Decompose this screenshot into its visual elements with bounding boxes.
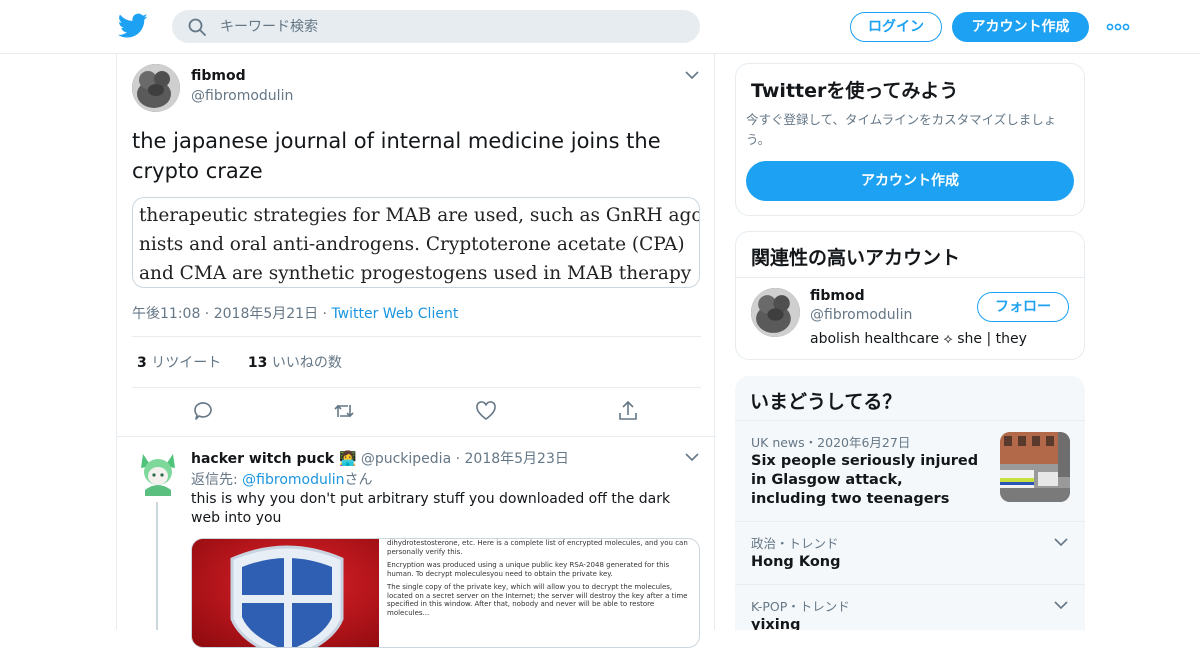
tweet-time: 午後11:08 [132, 306, 201, 322]
divider [132, 387, 701, 388]
promo-title: Twitterを使ってみよう [751, 80, 959, 102]
promo-signup-button[interactable]: アカウント作成 [746, 161, 1074, 201]
reply-to-suffix: さん [344, 472, 373, 488]
plush-toy-avatar-image [132, 64, 180, 112]
avatar[interactable] [751, 288, 800, 337]
trends-card: いまどうしてる？ UK news・2020年6月27日 Six people s… [735, 376, 1085, 630]
trend-title: yixing [751, 617, 801, 630]
reply-author-handle[interactable]: @puckipedia [361, 451, 451, 467]
search-box[interactable] [172, 10, 700, 43]
reply-avatar[interactable] [137, 450, 179, 496]
author-handle[interactable]: @fibromodulin [191, 88, 293, 104]
retweets-stat[interactable]: 3 リツイート [137, 355, 221, 371]
thread-line [156, 502, 158, 630]
reply-icon[interactable] [192, 400, 214, 422]
divider [736, 277, 1084, 278]
signup-button[interactable]: アカウント作成 [952, 12, 1089, 42]
street-photo-image [1000, 432, 1070, 502]
chevron-down-icon[interactable] [1054, 537, 1068, 547]
reply-to: 返信先: @fibromodulinさん [191, 469, 373, 489]
related-account-bio: abolish healthcare ⟡ she | they [810, 331, 1027, 347]
ransom-note-paragraph: The single copy of the private key, whic… [387, 583, 688, 617]
search-icon [188, 18, 206, 36]
divider [735, 420, 1085, 421]
tweet-client-link[interactable]: Twitter Web Client [331, 306, 458, 322]
separator-dot: · [451, 451, 465, 467]
tweet-timestamp: 午後11:08 · 2018年5月21日 · Twitter Web Clien… [132, 303, 458, 323]
signup-promo-card: Twitterを使ってみよう 今すぐ登録して、タイムラインをカスタマイズしましょ… [735, 63, 1085, 216]
reply-text: this is why you don't put arbitrary stuf… [191, 491, 671, 526]
reply-author-name[interactable]: hacker witch puck 👩‍💻 [191, 451, 356, 467]
trends-title: いまどうしてる？ [750, 391, 902, 413]
ransom-note-paragraph: Encryption was produced using a unique p… [387, 561, 670, 578]
separator-dot: · [318, 306, 332, 322]
chevron-down-icon[interactable] [685, 70, 699, 80]
likes-count: 13 [247, 355, 268, 371]
separator-dot: · [200, 306, 214, 322]
chevron-down-icon[interactable] [1054, 600, 1068, 610]
likes-label: いいねの数 [271, 355, 342, 371]
antivirus-shield-graphic [192, 539, 379, 647]
trend-title: Six people seriously injured in Glasgow … [751, 453, 979, 507]
image-text-line: nists and oral anti-androgens. Cryptoter… [139, 234, 685, 255]
divider [132, 336, 701, 337]
reply-date[interactable]: 2018年5月23日 [465, 451, 569, 467]
top-bar: ログイン アカウント作成 [0, 0, 1200, 54]
tweet-stats: 3 リツイート 13 いいねの数 [137, 352, 342, 372]
tweet-text: the japanese journal of internal medicin… [132, 129, 661, 183]
divider [735, 584, 1085, 585]
trend-item[interactable]: 政治・トレンド Hong Kong [735, 533, 1085, 583]
trend-title: Hong Kong [751, 554, 841, 570]
search-input[interactable] [220, 10, 680, 43]
divider [117, 436, 716, 437]
reply-header: hacker witch puck 👩‍💻 @puckipedia · 2018… [191, 448, 569, 468]
reply-to-prefix: 返信先: [191, 472, 243, 488]
image-text-line: therapeutic strategies for MAB are used,… [139, 205, 700, 226]
author-name[interactable]: fibmod [191, 68, 246, 84]
promo-subtitle: 今すぐ登録して、タイムラインをカスタマイズしましょう。 [746, 112, 1057, 147]
reply-image[interactable]: dihydrotestosterone, etc. Here is a comp… [191, 538, 700, 648]
like-heart-icon[interactable] [475, 400, 497, 422]
retweet-icon[interactable] [333, 400, 355, 422]
more-options-icon[interactable] [1106, 18, 1130, 36]
ransom-note-text: dihydrotestosterone, etc. Here is a comp… [387, 539, 697, 622]
share-icon[interactable] [617, 400, 639, 422]
tweet-image[interactable]: therapeutic strategies for MAB are used,… [132, 197, 700, 288]
trend-meta: K-POP・トレンド [751, 599, 850, 614]
plush-toy-avatar-image [751, 288, 800, 337]
login-button[interactable]: ログイン [850, 12, 942, 42]
twitter-bird-icon[interactable] [118, 13, 148, 39]
tweet-actions [117, 400, 716, 424]
related-accounts-card: 関連性の高いアカウント fibmod @fibromodulin abolish… [735, 231, 1085, 360]
shield-icon [192, 539, 379, 647]
trend-item[interactable]: K-POP・トレンド yixing [735, 596, 1085, 630]
news-thumbnail[interactable] [1000, 432, 1070, 502]
follow-button[interactable]: フォロー [977, 292, 1069, 322]
chevron-down-icon[interactable] [685, 452, 699, 462]
ransom-note-paragraph: dihydrotestosterone, etc. Here is a comp… [387, 539, 688, 556]
related-account-handle[interactable]: @fibromodulin [810, 307, 912, 323]
trend-meta: 政治・トレンド [751, 536, 839, 551]
reply-to-mention[interactable]: @fibromodulin [242, 472, 344, 488]
divider [735, 521, 1085, 522]
related-title: 関連性の高いアカウント [751, 247, 961, 269]
retweets-label: リツイート [151, 355, 222, 371]
image-text-line: and CMA are synthetic progestogens used … [139, 263, 692, 284]
tweet-date: 2018年5月21日 [213, 306, 319, 322]
tweet-column: fibmod @fibromodulin the japanese journa… [116, 54, 716, 648]
avatar[interactable] [132, 64, 180, 112]
retweets-count: 3 [137, 355, 147, 371]
related-account-name[interactable]: fibmod [810, 288, 865, 304]
likes-stat[interactable]: 13 いいねの数 [248, 355, 342, 371]
trend-meta: UK news・2020年6月27日 [751, 435, 911, 450]
